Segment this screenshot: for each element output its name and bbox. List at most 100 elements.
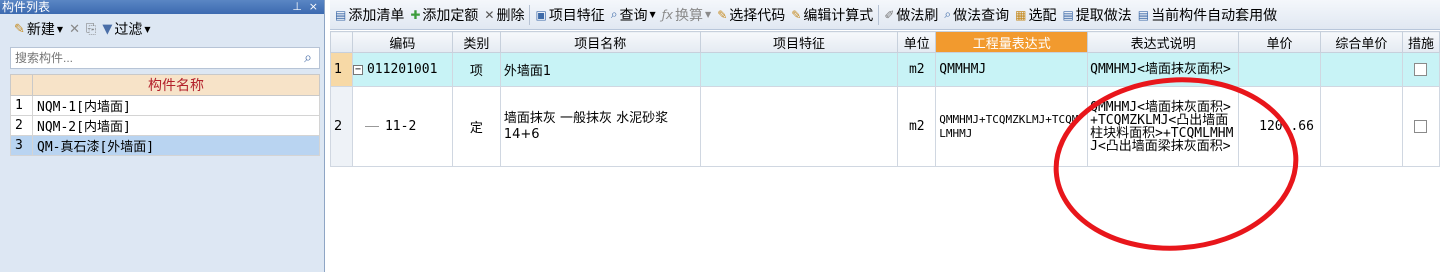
type-header[interactable]: 类别: [451, 31, 501, 53]
unit-header[interactable]: 单位: [897, 31, 937, 53]
name-cell[interactable]: 外墙面1: [499, 52, 701, 87]
feature-cell[interactable]: [699, 52, 899, 87]
copy-icon[interactable]: ⎘: [86, 22, 96, 37]
list-item[interactable]: 2 NQM-2[内墙面]: [10, 115, 320, 136]
filter-label: 过滤: [114, 22, 143, 38]
toolbar-separator: [529, 4, 531, 25]
new-button[interactable]: ✎ 新建 ▼: [14, 19, 63, 39]
filter-button[interactable]: ▼ 过滤 ▼: [102, 19, 150, 39]
measure-checkbox[interactable]: [1414, 63, 1428, 76]
component-name: NQM-2[内墙面]: [32, 115, 320, 136]
select-code-label: 选择代码: [729, 7, 786, 24]
code-header[interactable]: 编码: [351, 31, 453, 53]
convert-label: 换算: [675, 7, 704, 24]
method-query-icon: ⌕: [944, 7, 952, 21]
code-value: 011201001: [366, 62, 438, 77]
add-list-icon: ▤: [335, 7, 347, 22]
method-query-button[interactable]: ⌕ 做法查询: [941, 3, 1012, 27]
add-list-button[interactable]: ▤ 添加清单: [332, 3, 407, 27]
component-name: NQM-1[内墙面]: [32, 95, 320, 116]
table-row[interactable]: 1 −011201001 项 外墙面1 m2 QMMHMJ QMMHMJ<墙面抹…: [330, 52, 1440, 87]
panel-title-bar: 构件列表 ⊥ ×: [0, 0, 324, 14]
price-cell[interactable]: 120..66: [1238, 86, 1321, 167]
price-cell[interactable]: [1238, 52, 1321, 87]
type-cell[interactable]: 项: [451, 52, 501, 87]
row-number: 2: [330, 86, 353, 167]
panel-title: 构件列表: [2, 0, 51, 14]
add-quota-label: 添加定额: [422, 7, 479, 24]
match-label: 选配: [1028, 7, 1057, 24]
chevron-down-icon: ▼: [144, 24, 151, 34]
add-quota-button[interactable]: ✚ 添加定额: [407, 3, 481, 27]
convert-button[interactable]: ƒx 换算 ▼: [659, 3, 714, 27]
table-row[interactable]: 2 11-2 定 墙面抹灰 一般抹灰 水泥砂浆 14+6 m2 QMMHMJ+T…: [330, 86, 1440, 167]
auto-apply-button[interactable]: ▤ 当前构件自动套用做: [1135, 3, 1280, 27]
measure-header[interactable]: 措施: [1401, 31, 1440, 53]
main-toolbar: ▤ 添加清单 ✚ 添加定额 ✕ 删除 ▣ 项目特征 ⌕ 查询 ▼ ƒx 换算 ▼…: [330, 0, 1440, 30]
code-cell[interactable]: 11-2: [351, 86, 453, 167]
close-icon[interactable]: ×: [309, 0, 318, 14]
expr-desc-header[interactable]: 表达式说明: [1087, 31, 1239, 53]
item-feature-icon: ▣: [535, 7, 547, 22]
component-name: QM-真石漆[外墙面]: [32, 135, 320, 156]
extract-method-button[interactable]: ▤ 提取做法: [1059, 3, 1134, 27]
search-input[interactable]: [11, 49, 297, 67]
type-cell[interactable]: 定: [451, 86, 501, 167]
row-number-header: [330, 31, 353, 53]
expr-desc-cell[interactable]: QMMHMJ<墙面抹灰面积>: [1087, 52, 1239, 87]
unit-cell[interactable]: m2: [897, 86, 937, 167]
left-toolbar: ✎ 新建 ▼ ✕ ⎘ ▼ 过滤 ▼: [0, 14, 324, 44]
unit-cell[interactable]: m2: [897, 52, 937, 87]
edit-formula-button[interactable]: ✎ 编辑计算式: [788, 3, 876, 27]
new-label: 新建: [26, 22, 55, 38]
total-cell[interactable]: [1319, 52, 1403, 87]
row-number-header: [10, 74, 33, 96]
component-name-header: 构件名称: [32, 74, 320, 96]
pin-icon[interactable]: ⊥: [292, 0, 302, 14]
delete-icon[interactable]: ✕: [69, 22, 80, 37]
collapse-icon[interactable]: −: [353, 64, 363, 75]
add-quota-icon: ✚: [410, 7, 421, 22]
feature-header[interactable]: 项目特征: [699, 31, 899, 53]
item-feature-button[interactable]: ▣ 项目特征: [532, 3, 607, 27]
list-item-selected[interactable]: 3 QM-真石漆[外墙面]: [10, 135, 320, 156]
magnifier-icon: ⌕: [610, 7, 618, 21]
delete-button[interactable]: ✕ 删除: [481, 3, 527, 27]
search-box: ⌕: [10, 47, 320, 69]
method-query-label: 做法查询: [953, 7, 1010, 24]
expr-header[interactable]: 工程量表达式: [935, 31, 1089, 53]
edit-formula-icon: ✎: [791, 7, 802, 22]
expr-cell[interactable]: QMMHMJ+TCQMZKLMJ+TCQMLMHMJ: [935, 86, 1089, 167]
total-cell[interactable]: [1319, 86, 1403, 167]
measure-cell: [1401, 52, 1440, 87]
chevron-down-icon: ▼: [649, 10, 656, 19]
code-cell[interactable]: −011201001: [351, 52, 453, 87]
name-header[interactable]: 项目名称: [499, 31, 701, 53]
method-brush-label: 做法刷: [896, 7, 939, 24]
extract-icon: ▤: [1062, 7, 1074, 22]
tree-connector: [364, 126, 379, 127]
feature-cell[interactable]: [699, 86, 899, 167]
measure-cell: [1401, 86, 1440, 167]
component-list-panel: 构件列表 ⊥ × ✎ 新建 ▼ ✕ ⎘ ▼ 过滤 ▼ ⌕ 构件名称 1: [0, 0, 325, 272]
search-icon[interactable]: ⌕: [297, 50, 319, 66]
expr-desc-cell[interactable]: QMMHMJ<墙面抹灰面积>+TCQMZKLMJ<凸出墙面柱块料面积>+TCQM…: [1087, 86, 1239, 167]
component-table: 构件名称 1 NQM-1[内墙面] 2 NQM-2[内墙面] 3 QM-真石漆[…: [10, 74, 320, 156]
expr-cell[interactable]: QMMHMJ: [935, 52, 1089, 87]
name-cell[interactable]: 墙面抹灰 一般抹灰 水泥砂浆 14+6: [499, 86, 701, 167]
price-header[interactable]: 单价: [1238, 31, 1321, 53]
grid-header-row: 编码 类别 项目名称 项目特征 单位 工程量表达式 表达式说明 单价 综合单价 …: [330, 31, 1440, 53]
method-brush-button[interactable]: ✐ 做法刷: [881, 3, 941, 27]
query-label: 查询: [619, 7, 648, 24]
total-header[interactable]: 综合单价: [1319, 31, 1403, 53]
list-item[interactable]: 1 NQM-1[内墙面]: [10, 95, 320, 116]
code-value: 11-2: [384, 119, 417, 134]
add-list-label: 添加清单: [348, 7, 405, 24]
query-button[interactable]: ⌕ 查询 ▼: [608, 3, 659, 27]
match-icon: ▦: [1015, 7, 1027, 22]
measure-checkbox[interactable]: [1414, 120, 1428, 133]
match-button[interactable]: ▦ 选配: [1012, 3, 1059, 27]
method-pane: ▤ 添加清单 ✚ 添加定额 ✕ 删除 ▣ 项目特征 ⌕ 查询 ▼ ƒx 换算 ▼…: [330, 0, 1440, 272]
select-code-button[interactable]: ✎ 选择代码: [714, 3, 788, 27]
select-code-icon: ✎: [717, 7, 728, 22]
